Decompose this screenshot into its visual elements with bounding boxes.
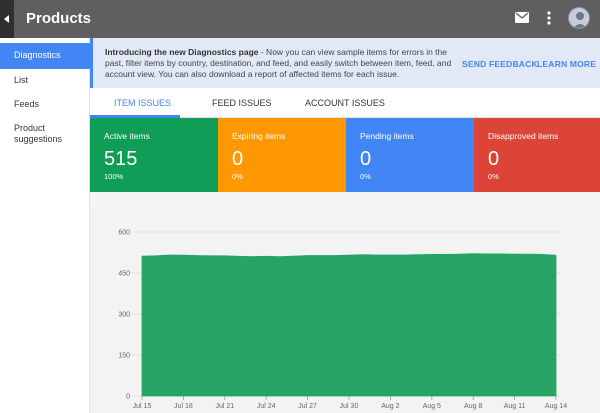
card-value: 515 [104,148,138,170]
app-header: Products [0,0,600,38]
x-tick-label: Aug 2 [381,403,399,410]
mail-icon[interactable] [515,12,529,23]
x-tick-label: Jul 27 [298,403,317,410]
x-tick-label: Aug 14 [545,403,567,410]
active-items-area [141,253,557,397]
send-feedback-link[interactable]: SEND FEEDBACK [462,59,538,69]
y-tick-label: 0 [126,394,130,401]
y-tick-label: 300 [118,312,130,319]
chart-y-axis: 600 450 300 150 0 [118,230,130,401]
card-value: 0 [360,148,372,170]
card-value: 0 [488,148,500,170]
more-vert-icon[interactable] [547,11,551,25]
sidebar-item-label: List [14,75,29,85]
chevron-left-icon [4,15,9,23]
items-chart-panel: 600 450 300 150 0 Jul 15 Jul 18 Jul 21 Jul 24 Ju… [90,210,600,413]
card-percent: 100% [104,172,124,181]
card-label: Pending items [360,131,414,141]
card-label: Expiring items [232,131,286,141]
x-tick-label: Jul 18 [174,403,193,410]
card-value: 0 [232,148,244,170]
card-pending-items[interactable]: Pending items 0 0% [346,118,474,192]
y-tick-label: 450 [118,271,130,278]
x-tick-label: Aug 5 [423,403,441,410]
banner-heading: Introducing the new Diagnostics page [105,47,259,57]
x-tick-label: Aug 8 [464,403,482,410]
sidebar-item-label: Feeds [14,99,40,109]
tab-item-issues[interactable]: ITEM ISSUES [114,98,171,108]
y-tick-label: 600 [118,230,130,237]
card-percent: 0% [488,172,499,181]
user-avatar-icon [573,12,587,28]
tab-account-issues[interactable]: ACCOUNT ISSUES [305,98,385,108]
info-banner: Introducing the new Diagnostics page - N… [90,38,600,88]
x-tick-label: Jul 21 [215,403,234,410]
avatar[interactable] [568,7,590,29]
chart-area-layer [141,253,557,397]
x-tick-label: Aug 11 [504,403,526,410]
sidebar-item-label: Product suggestions [14,123,63,144]
chart-x-axis: Jul 15 Jul 18 Jul 21 Jul 24 Jul 27 Jul 30 Aug … [133,396,567,410]
card-label: Disapproved items [488,131,559,141]
y-tick-label: 150 [118,353,130,360]
x-tick-label: Jul 30 [340,403,359,410]
tab-feed-issues[interactable]: FEED ISSUES [212,98,272,108]
items-area-chart: 6004503001500 Jul 15 Jul 18 Jul 21 Jul 24 Ju… [118,230,567,411]
card-expiring-items[interactable]: Expiring items 0 0% [218,118,346,192]
banner-message: Introducing the new Diagnostics page - N… [105,47,455,80]
page-title: Products [26,10,92,27]
card-percent: 0% [232,172,243,181]
x-tick-label: Jul 24 [257,403,276,410]
card-label: Active items [104,131,150,141]
sidebar-item-diagnostics[interactable]: Diagnostics [0,43,90,69]
sidebar-item-product-suggestions[interactable]: Product suggestions [0,123,80,145]
sidebar-item-feeds[interactable]: Feeds [0,99,90,110]
x-tick-label: Jul 15 [133,403,152,410]
learn-more-link[interactable]: LEARN MORE [537,59,596,69]
sidebar-item-list[interactable]: List [0,75,90,86]
sidebar-item-label: Diagnostics [14,50,61,60]
card-active-items[interactable]: Active items 515 100% [90,118,218,192]
card-disapproved-items[interactable]: Disapproved items 0 0% [474,118,600,192]
sidebar: Diagnostics List Feeds Product suggestio… [0,38,90,413]
tab-bar: ITEM ISSUES FEED ISSUES ACCOUNT ISSUES [90,88,600,118]
back-button[interactable] [0,0,14,38]
card-percent: 0% [360,172,371,181]
